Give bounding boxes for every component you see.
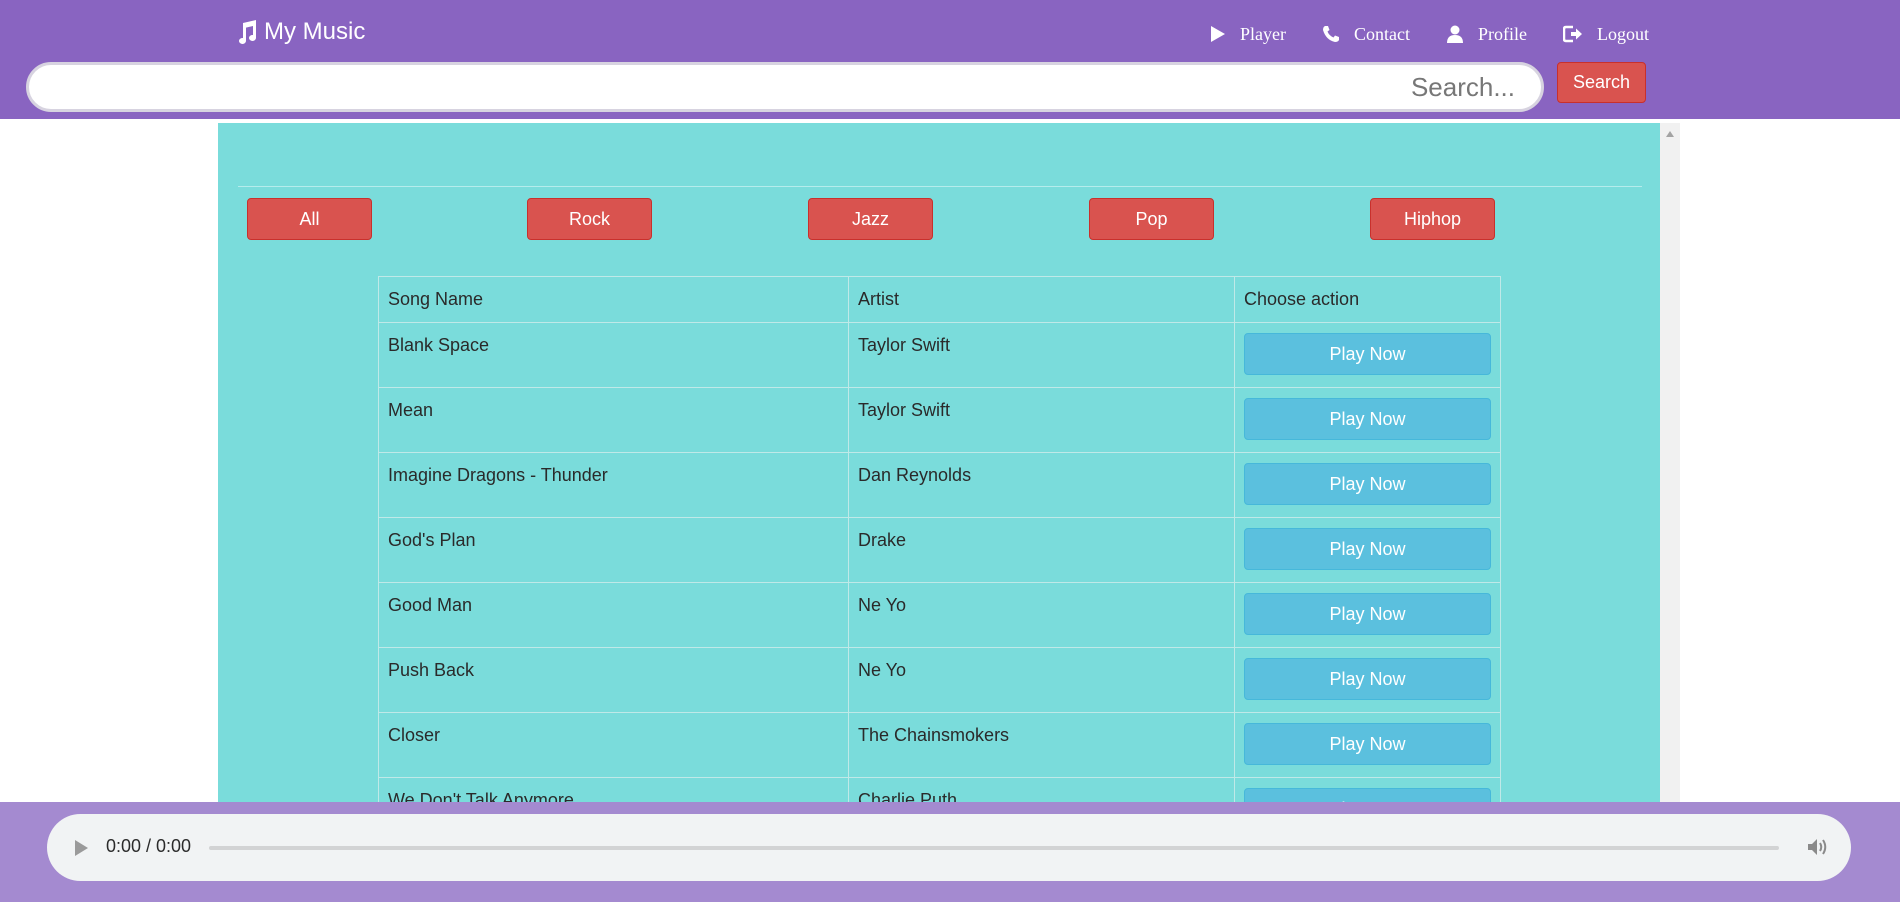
user-icon (1446, 25, 1463, 43)
scroll-up-arrow-icon[interactable] (1666, 131, 1674, 137)
song-name: Imagine Dragons - Thunder (378, 452, 849, 518)
divider (238, 186, 1642, 187)
artist-name: Taylor Swift (848, 387, 1235, 453)
brand[interactable]: My Music (236, 16, 365, 48)
song-name: God's Plan (378, 517, 849, 583)
play-now-button[interactable]: Play Now (1244, 658, 1491, 700)
table-row: We Don't Talk Anymore Charlie Puth Play … (378, 777, 1501, 802)
volume-icon[interactable] (1807, 837, 1829, 857)
action-cell: Play Now (1234, 777, 1501, 802)
search-input[interactable] (26, 62, 1544, 112)
header-choose-action: Choose action (1234, 276, 1501, 323)
content-panel: All Rock Jazz Pop Hiphop Song Name Artis… (218, 123, 1660, 802)
play-now-button[interactable]: Play Now (1244, 788, 1491, 802)
nav-contact[interactable]: Contact (1322, 24, 1410, 45)
table-row: Closer The Chainsmokers Play Now (378, 712, 1501, 778)
nav-profile[interactable]: Profile (1446, 24, 1527, 45)
table-row: Mean Taylor Swift Play Now (378, 387, 1501, 453)
audio-time: 0:00 / 0:00 (106, 836, 192, 856)
search-button[interactable]: Search (1557, 62, 1646, 103)
play-now-button[interactable]: Play Now (1244, 463, 1491, 505)
song-name: Mean (378, 387, 849, 453)
table-row: God's Plan Drake Play Now (378, 517, 1501, 583)
artist-name: Charlie Puth (848, 777, 1235, 802)
song-table: Song Name Artist Choose action Blank Spa… (378, 276, 1501, 802)
audio-player: 0:00 / 0:00 (47, 814, 1851, 881)
nav-player[interactable]: Player (1210, 24, 1286, 45)
play-icon (1211, 26, 1225, 42)
audio-play-icon[interactable] (75, 840, 88, 856)
artist-name: Taylor Swift (848, 322, 1235, 388)
content-scrollbar[interactable] (1660, 123, 1680, 802)
artist-name: Ne Yo (848, 582, 1235, 648)
table-row: Push Back Ne Yo Play Now (378, 647, 1501, 713)
table-row: Imagine Dragons - Thunder Dan Reynolds P… (378, 452, 1501, 518)
top-navbar: My Music Player Contact Profile Logout S… (0, 0, 1900, 119)
header-song-name: Song Name (378, 276, 849, 323)
music-note-icon (239, 20, 256, 44)
genre-button-pop[interactable]: Pop (1089, 198, 1214, 240)
genre-button-rock[interactable]: Rock (527, 198, 652, 240)
play-now-button[interactable]: Play Now (1244, 333, 1491, 375)
nav-contact-label: Contact (1353, 23, 1410, 44)
table-row: Good Man Ne Yo Play Now (378, 582, 1501, 648)
table-header-row: Song Name Artist Choose action (378, 276, 1501, 323)
action-cell: Play Now (1234, 647, 1501, 713)
artist-name: Drake (848, 517, 1235, 583)
play-now-button[interactable]: Play Now (1244, 593, 1491, 635)
phone-icon (1322, 26, 1339, 42)
action-cell: Play Now (1234, 452, 1501, 518)
genre-button-all[interactable]: All (247, 198, 372, 240)
play-now-button[interactable]: Play Now (1244, 398, 1491, 440)
nav-logout-label: Logout (1596, 23, 1649, 44)
song-name: Push Back (378, 647, 849, 713)
logout-icon (1562, 25, 1582, 43)
action-cell: Play Now (1234, 582, 1501, 648)
song-name: Closer (378, 712, 849, 778)
header-artist: Artist (848, 276, 1235, 323)
song-name: Blank Space (378, 322, 849, 388)
nav-logout[interactable]: Logout (1562, 23, 1649, 45)
audio-progress-track[interactable] (209, 846, 1779, 850)
action-cell: Play Now (1234, 517, 1501, 583)
brand-title: My Music (264, 18, 366, 45)
artist-name: Ne Yo (848, 647, 1235, 713)
song-name: Good Man (378, 582, 849, 648)
nav-links: Player Contact Profile Logout (1210, 20, 1649, 48)
nav-player-label: Player (1240, 23, 1286, 44)
artist-name: Dan Reynolds (848, 452, 1235, 518)
play-now-button[interactable]: Play Now (1244, 528, 1491, 570)
action-cell: Play Now (1234, 712, 1501, 778)
action-cell: Play Now (1234, 387, 1501, 453)
play-now-button[interactable]: Play Now (1244, 723, 1491, 765)
table-row: Blank Space Taylor Swift Play Now (378, 322, 1501, 388)
action-cell: Play Now (1234, 322, 1501, 388)
genre-button-hiphop[interactable]: Hiphop (1370, 198, 1495, 240)
artist-name: The Chainsmokers (848, 712, 1235, 778)
genre-button-jazz[interactable]: Jazz (808, 198, 933, 240)
nav-profile-label: Profile (1477, 23, 1527, 44)
song-name: We Don't Talk Anymore (378, 777, 849, 802)
